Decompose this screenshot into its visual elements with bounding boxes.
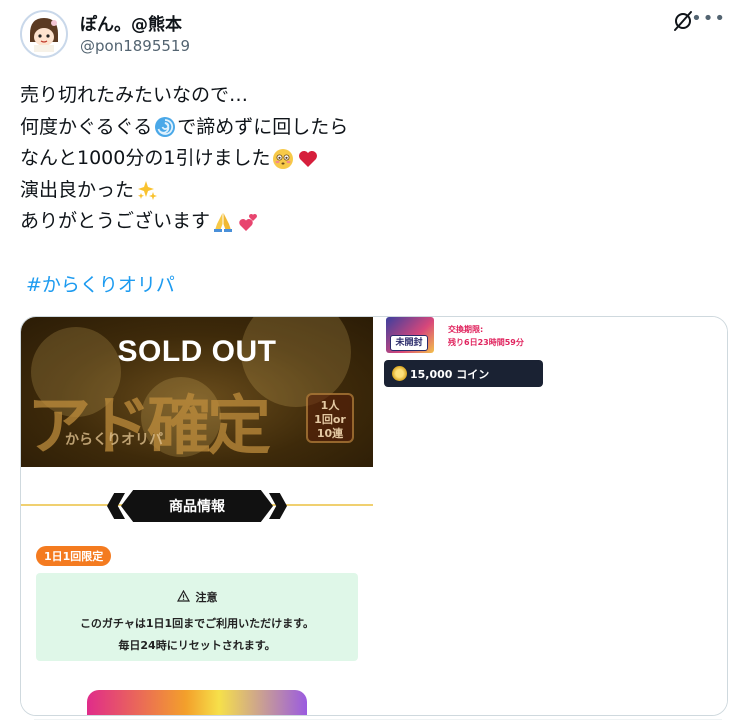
badge-line-3: 10連 — [316, 427, 344, 440]
post-text: 売り切れたみたいなので… 何度かぐるぐる で諦めずに回したら なんと1000分の… — [20, 80, 348, 238]
prize-card: 未開封 交換期限: 残り6日23時間59分 — [386, 317, 546, 355]
notice-title: 注意 — [195, 591, 218, 604]
exchange-remaining: 残り6日23時間59分 — [448, 338, 524, 347]
folded-hands-emoji-icon — [211, 210, 235, 234]
media-image-left[interactable]: アド確定 からくりオリパ 1人 1回or 10連 SOLD OUT 商品情報 1… — [21, 317, 373, 715]
sparkles-emoji-icon — [135, 178, 159, 202]
coin-icon — [392, 366, 407, 381]
post-line-4: 演出良かった — [20, 175, 348, 207]
exchange-deadline: 交換期限: 残り6日23時間59分 — [448, 323, 524, 349]
gacha-image-partial — [87, 690, 307, 715]
display-name[interactable]: ぽん。@熊本 — [80, 10, 182, 35]
post-line-2-tail: で諦めずに回したら — [177, 115, 349, 138]
post-line-1: 売り切れたみたいなので… — [20, 80, 348, 112]
banner-badge: 1人 1回or 10連 — [306, 393, 354, 443]
post-line-5: ありがとうございます — [20, 206, 348, 238]
hashtag-link[interactable]: #からくりオリパ — [26, 270, 175, 297]
coin-exchange-button[interactable]: 15,000 コイン — [384, 360, 543, 387]
badge-line-2: 1回or — [314, 413, 346, 426]
more-icon[interactable]: ••• — [691, 8, 726, 29]
media-image-right[interactable]: 未開封 交換期限: 残り6日23時間59分 15,000 コイン — [375, 317, 727, 715]
section-title: 商品情報 — [121, 490, 273, 522]
limit-badge: 1日1回限定 — [36, 546, 112, 566]
unopened-label: 未開封 — [390, 335, 428, 351]
avatar-illustration — [22, 12, 66, 56]
badge-line-1: 1人 — [320, 399, 340, 412]
banner-subtitle: からくりオリパ — [65, 432, 163, 448]
post-line-3: なんと1000分の1引けました — [20, 143, 348, 175]
cyclone-emoji-icon — [153, 115, 177, 139]
two-hearts-emoji-icon — [236, 210, 260, 234]
notice-line-1: このガチャは1日1回までご利用いただけます。 — [79, 617, 315, 630]
user-handle[interactable]: @pon1895519 — [80, 37, 190, 55]
sold-out-banner: アド確定 からくりオリパ 1人 1回or 10連 SOLD OUT — [21, 317, 373, 467]
divider — [34, 719, 722, 720]
post-line-2: 何度かぐるぐる で諦めずに回したら — [20, 112, 348, 144]
post-line-5-text: ありがとうございます — [20, 210, 211, 232]
post-line-3-text: なんと1000分の1引けました — [20, 147, 271, 169]
warning-icon — [176, 589, 190, 605]
notice-box: 注意 このガチャは1日1回までご利用いただけます。 毎日24時にリセットされます… — [36, 573, 358, 661]
post-line-2-text: 何度かぐるぐる — [20, 115, 153, 138]
coin-button-label: 15,000 コイン — [410, 367, 490, 381]
flushed-face-emoji-icon — [271, 147, 295, 171]
media-card[interactable]: アド確定 からくりオリパ 1人 1回or 10連 SOLD OUT 商品情報 1… — [20, 316, 728, 716]
exchange-label: 交換期限: — [448, 325, 484, 334]
red-heart-emoji-icon — [296, 147, 320, 171]
notice-line-2: 毎日24時にリセットされます。 — [118, 639, 276, 652]
post-line-1-text: 売り切れたみたいなので… — [20, 84, 249, 106]
avatar[interactable] — [20, 10, 68, 58]
sold-out-label: SOLD OUT — [117, 335, 277, 368]
post-line-4-text: 演出良かった — [20, 178, 135, 201]
banner-title: アド確定 — [27, 390, 271, 464]
